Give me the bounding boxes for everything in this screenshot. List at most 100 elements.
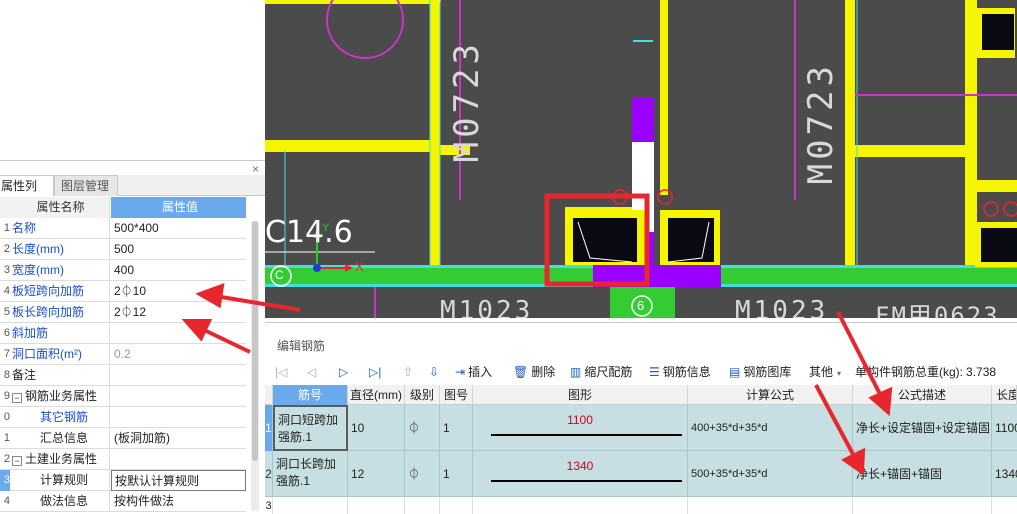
length-cell[interactable]: 1100 — [992, 405, 1017, 451]
table-row[interactable]: 1 洞口短跨加强筋.1 10 ⏀ 1 1100 400+35*d+35*d 净长… — [265, 405, 1017, 451]
delete-button[interactable]: 🗑 删除 — [513, 363, 555, 381]
insert-button[interactable]: ⇥ 插入 — [455, 363, 492, 381]
property-row[interactable]: 1 汇总信息 (板洞加筋) — [0, 428, 246, 449]
property-row[interactable]: 0 其它钢筋 — [0, 407, 246, 428]
first-icon[interactable]: |◁ — [275, 363, 290, 381]
col-shape[interactable]: 图形 — [473, 385, 688, 405]
move-down-icon[interactable]: ⇩ — [429, 363, 442, 381]
col-grade[interactable]: 级别 — [405, 385, 440, 405]
row-number: 4 — [3, 495, 10, 507]
length-cell[interactable]: 1340 — [992, 451, 1017, 497]
formula-desc-cell[interactable]: 净长+锚固+锚固 — [853, 451, 992, 497]
property-value[interactable]: 400 — [111, 260, 246, 281]
length-cell[interactable] — [992, 497, 1017, 514]
formula-cell[interactable] — [688, 497, 853, 514]
property-row[interactable]: 7 洞口面积(m²) 0.2 — [0, 344, 246, 365]
property-row[interactable]: 6 斜加筋 — [0, 323, 246, 344]
property-row[interactable]: 4 板短跨向加筋 2⏀10 — [0, 281, 246, 302]
total-weight-label: 单构件钢筋总重(kg): — [855, 365, 964, 379]
property-value[interactable] — [111, 323, 246, 344]
formula-cell[interactable]: 500+35*d+35*d — [688, 451, 853, 497]
property-group-rebar[interactable]: 9 − 钢筋业务属性 — [0, 386, 246, 407]
col-diameter[interactable]: 直径(mm) — [348, 385, 405, 405]
ruler-icon: ▥ — [570, 365, 582, 379]
other-dropdown[interactable]: 其他 ▾ — [809, 363, 841, 381]
shape-cell[interactable]: 1100 — [473, 405, 688, 451]
other-label: 其他 — [809, 365, 834, 379]
property-value[interactable]: 500 — [111, 239, 246, 260]
table-row-empty[interactable]: 3 — [265, 497, 1017, 514]
vertical-scrollbar[interactable] — [251, 221, 259, 511]
diameter-cell[interactable]: 12 — [348, 451, 405, 497]
figure-no-cell[interactable]: 1 — [440, 405, 473, 451]
diameter-cell[interactable]: 10 — [348, 405, 405, 451]
col-formula[interactable]: 计算公式 — [688, 385, 853, 405]
trash-icon: 🗑 — [513, 365, 529, 379]
col-length[interactable]: 长度 — [992, 385, 1017, 405]
cad-label-c146: C14.6 — [265, 215, 353, 250]
shape-cell[interactable] — [473, 497, 688, 514]
panel-tabs: 属性列表 图层管理 — [0, 175, 265, 213]
property-name: 汇总信息 — [10, 428, 110, 449]
tab-layer-management[interactable]: 图层管理 — [54, 175, 118, 196]
formula-cell[interactable]: 400+35*d+35*d — [688, 405, 853, 451]
cad-label-m1023-a: M1023 — [440, 296, 534, 318]
table-row[interactable]: 2 洞口长跨加强筋.1 12 ⏀ 1 1340 500+35*d+35*d 净长… — [265, 451, 1017, 497]
scale-rebar-button[interactable]: ▥ 缩尺配筋 — [570, 363, 632, 381]
property-row[interactable]: 4 做法信息 按构件做法 — [0, 491, 246, 512]
property-value[interactable]: 按构件做法 — [111, 491, 246, 512]
figure-no-cell[interactable] — [440, 497, 473, 514]
property-row[interactable]: 8 备注 — [0, 365, 246, 386]
collapse-icon[interactable]: − — [12, 393, 22, 403]
property-row[interactable]: 3 宽度(mm) 400 — [0, 260, 246, 281]
property-name: 洞口面积(m²) — [10, 344, 110, 365]
move-up-icon[interactable]: ⇧ — [403, 363, 416, 381]
bar-name-cell[interactable] — [273, 497, 348, 514]
scale-label: 缩尺配筋 — [584, 365, 633, 379]
property-value-select[interactable]: 按默认计算规则 — [111, 470, 246, 491]
property-row[interactable]: 5 板长跨向加筋 2⏀12 — [0, 302, 246, 323]
straight-bar-shape — [491, 480, 682, 482]
rebar-info-button[interactable]: ☰ 钢筋信息 — [649, 363, 711, 381]
next-icon[interactable]: ▷ — [339, 363, 351, 381]
col-bar-number[interactable]: 筋号 — [273, 385, 348, 405]
row-number: 2 — [3, 453, 10, 465]
grade-cell[interactable]: ⏀ — [405, 405, 440, 451]
formula-desc-cell[interactable] — [853, 497, 992, 514]
diameter-cell[interactable] — [348, 497, 405, 514]
row-number: 7 — [3, 348, 10, 360]
cad-label-fm0623: FM甲0623 — [875, 302, 1000, 318]
property-group-civil[interactable]: 2 − 土建业务属性 — [0, 449, 246, 470]
rebar-library-button[interactable]: ▤ 钢筋图库 — [729, 363, 791, 381]
property-row[interactable]: 1 名称 500*400 — [0, 218, 246, 239]
property-value[interactable]: 2⏀12 — [111, 302, 246, 323]
formula-desc-cell[interactable]: 净长+设定锚固+设定锚固 — [853, 405, 992, 451]
property-value: 0.2 — [114, 347, 131, 361]
property-value[interactable]: (板洞加筋) — [111, 428, 246, 449]
cad-axis-x-label: X — [355, 259, 364, 274]
collapse-icon[interactable]: − — [12, 456, 22, 466]
grade-cell[interactable] — [405, 497, 440, 514]
close-icon[interactable]: × — [252, 162, 259, 176]
figure-no-cell[interactable]: 1 — [440, 451, 473, 497]
property-value[interactable]: 2⏀10 — [111, 281, 246, 302]
last-icon[interactable]: ▷| — [369, 363, 384, 381]
col-figure-no[interactable]: 图号 — [440, 385, 473, 405]
property-row[interactable]: 2 长度(mm) 500 — [0, 239, 246, 260]
cad-label-m1023-b: M1023 — [735, 296, 829, 318]
cad-drawing-canvas[interactable]: M0723 M0723 C14.6 X Y C 6 M1023 M1023 FM… — [265, 0, 1017, 318]
bar-name-cell[interactable]: 洞口短跨加强筋.1 — [273, 405, 348, 451]
shape-cell[interactable]: 1340 — [473, 451, 688, 497]
prev-icon[interactable]: ◁ — [307, 363, 319, 381]
property-value[interactable]: 500*400 — [111, 218, 246, 239]
tab-property-list[interactable]: 属性列表 — [0, 175, 54, 213]
row-number: 1 — [3, 222, 10, 234]
scrollbar-thumb[interactable] — [252, 221, 258, 461]
property-value[interactable] — [111, 365, 246, 386]
grade-cell[interactable]: ⏀ — [405, 451, 440, 497]
property-value[interactable] — [111, 407, 246, 428]
col-formula-desc[interactable]: 公式描述 — [853, 385, 992, 405]
row-number: 5 — [3, 306, 10, 318]
bar-name-cell[interactable]: 洞口长跨加强筋.1 — [273, 451, 348, 497]
property-row[interactable]: 3 计算规则 按默认计算规则 — [0, 470, 246, 491]
